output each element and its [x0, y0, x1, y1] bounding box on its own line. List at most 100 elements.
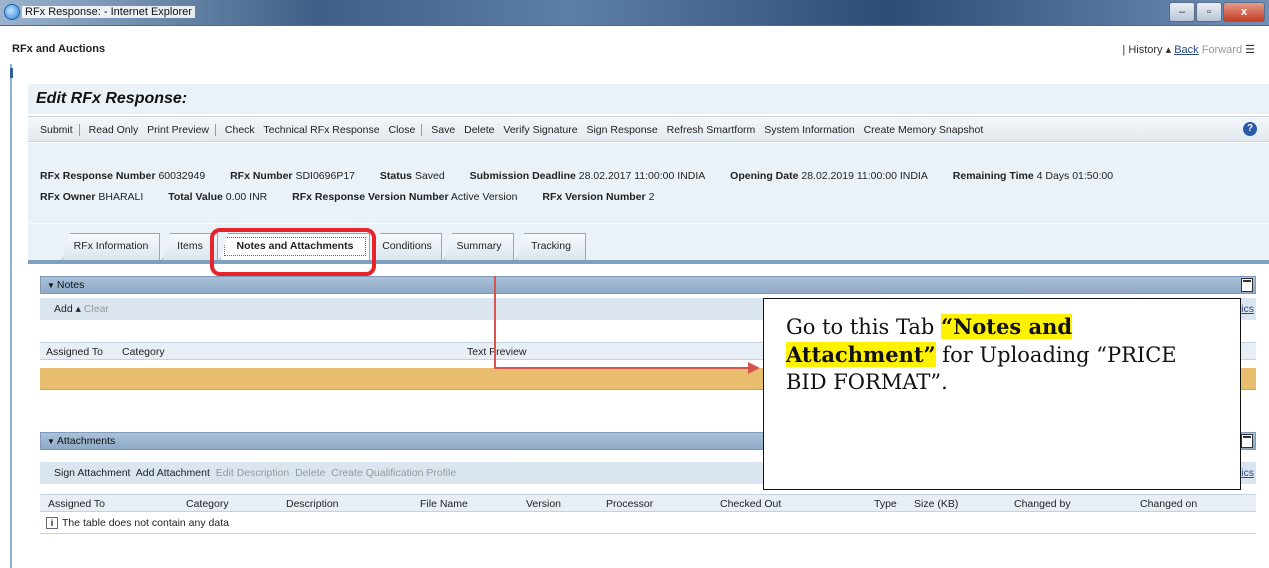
- minimize-panel-icon[interactable]: [1241, 434, 1253, 448]
- edit-description-button[interactable]: Edit Description: [216, 467, 290, 479]
- sign-attachment-button[interactable]: Sign Attachment: [54, 467, 130, 479]
- deadline-label: Submission Deadline: [469, 170, 576, 182]
- response-number-label: RFx Response Number: [40, 170, 156, 182]
- save-button[interactable]: Save: [431, 124, 455, 136]
- att-col-type[interactable]: Type: [874, 496, 897, 512]
- verify-signature-button[interactable]: Verify Signature: [503, 124, 577, 136]
- notes-col-text-preview[interactable]: Text Preview: [467, 344, 527, 360]
- create-qualification-profile-button[interactable]: Create Qualification Profile: [331, 467, 456, 479]
- internet-explorer-icon: [4, 4, 20, 20]
- attachments-settings-link[interactable]: ics: [1241, 462, 1254, 484]
- att-col-changed-by[interactable]: Changed by: [1014, 496, 1071, 512]
- sign-response-button[interactable]: Sign Response: [586, 124, 657, 136]
- att-col-version[interactable]: Version: [526, 496, 561, 512]
- att-col-changed-on[interactable]: Changed on: [1140, 496, 1197, 512]
- response-number-value: 60032949: [158, 170, 206, 182]
- minimize-button[interactable]: –: [1169, 2, 1195, 22]
- highlight-box: [210, 228, 376, 276]
- attachments-title: Attachments: [56, 435, 116, 447]
- tab-conditions[interactable]: Conditions: [372, 233, 442, 260]
- add-note-button[interactable]: Add: [54, 303, 73, 315]
- rfx-number-value: SDI0696P17: [295, 170, 355, 182]
- annotation-arrow-vertical: [494, 276, 496, 368]
- callout-highlight-2: Attachment”: [786, 342, 936, 367]
- page-heading-bar: Edit RFx Response:: [28, 84, 1269, 114]
- toolbar: Submit Read Only Print Preview Check Tec…: [28, 116, 1269, 142]
- att-col-checked-out[interactable]: Checked Out: [720, 496, 781, 512]
- rfx-number-label: RFx Number: [230, 170, 293, 182]
- menu-icon[interactable]: ☰: [1245, 44, 1255, 56]
- tab-rfx-information[interactable]: RFx Information: [62, 233, 160, 260]
- tab-summary[interactable]: Summary: [444, 233, 514, 260]
- help-icon[interactable]: ?: [1243, 122, 1257, 136]
- response-header-info: RFx Response Number 60032949 RFx Number …: [28, 143, 1269, 223]
- att-col-processor[interactable]: Processor: [606, 496, 653, 512]
- history-link[interactable]: | History: [1122, 44, 1162, 56]
- app-title: RFx and Auctions: [12, 43, 106, 55]
- collapse-triangle-icon[interactable]: ▼: [47, 281, 55, 290]
- read-only-button[interactable]: Read Only: [89, 124, 139, 136]
- maximize-button[interactable]: ▫: [1196, 2, 1222, 22]
- close-button[interactable]: Close: [388, 124, 415, 136]
- notes-settings-link[interactable]: ics: [1241, 298, 1254, 320]
- check-button[interactable]: Check: [225, 124, 255, 136]
- opening-date-value: 28.02.2019 11:00:00 INDIA: [801, 170, 928, 182]
- notes-col-assigned-to[interactable]: Assigned To: [46, 344, 103, 360]
- response-version-value: Active Version: [450, 191, 518, 203]
- status-value: Saved: [414, 170, 445, 182]
- add-dropdown-icon[interactable]: ▴: [76, 303, 81, 315]
- toolbar-separator: [78, 124, 80, 137]
- callout-highlight-1: “Notes and: [941, 314, 1073, 339]
- callout-prefix: Go to this Tab: [786, 315, 941, 339]
- nav-links: | History ▴ Back Forward ☰: [1122, 43, 1255, 56]
- splitter-handle[interactable]: [10, 68, 13, 78]
- close-window-button[interactable]: x: [1223, 2, 1265, 22]
- collapse-triangle-icon[interactable]: ▼: [47, 437, 55, 446]
- submit-button[interactable]: Submit: [40, 124, 73, 136]
- opening-date-label: Opening Date: [730, 170, 799, 182]
- page-title: Edit RFx Response:: [36, 90, 188, 107]
- remaining-time-label: Remaining Time: [952, 170, 1034, 182]
- print-preview-button[interactable]: Print Preview: [147, 124, 209, 136]
- forward-link[interactable]: Forward: [1202, 44, 1242, 56]
- create-memory-snapshot-button[interactable]: Create Memory Snapshot: [864, 124, 984, 136]
- refresh-smartform-button[interactable]: Refresh Smartform: [667, 124, 756, 136]
- annotation-arrowhead-icon: [748, 362, 760, 374]
- response-version-label: RFx Response Version Number: [292, 191, 449, 203]
- rfx-version-value: 2: [648, 191, 655, 203]
- notes-panel-header[interactable]: ▼ Notes: [40, 276, 1256, 294]
- attachments-column-header: Assigned To Category Description File Na…: [40, 494, 1256, 512]
- technical-rfx-response-button[interactable]: Technical RFx Response: [263, 124, 379, 136]
- notes-col-category[interactable]: Category: [122, 344, 165, 360]
- rfx-version-label: RFx Version Number: [542, 191, 646, 203]
- annotation-arrow-horizontal: [494, 367, 750, 369]
- minimize-panel-icon[interactable]: [1241, 278, 1253, 292]
- delete-attachment-button[interactable]: Delete: [295, 467, 325, 479]
- tab-tracking[interactable]: Tracking: [516, 233, 586, 260]
- instruction-callout: Go to this Tab “Notes and Attachment” fo…: [763, 298, 1241, 490]
- total-value-label: Total Value: [168, 191, 223, 203]
- app-header: RFx and Auctions | History ▴ Back Forwar…: [0, 26, 1269, 64]
- remaining-time-value: 4 Days 01:50:00: [1036, 170, 1114, 182]
- clear-note-button[interactable]: Clear: [84, 303, 109, 315]
- status-label: Status: [379, 170, 413, 182]
- total-value: 0.00 INR: [225, 191, 268, 203]
- back-link[interactable]: Back: [1174, 44, 1198, 56]
- info-icon: i: [46, 517, 58, 529]
- empty-table-message: The table does not contain any data: [62, 517, 229, 529]
- history-chevron-icon: ▴: [1162, 44, 1175, 56]
- delete-button[interactable]: Delete: [464, 124, 494, 136]
- att-col-assigned-to[interactable]: Assigned To: [48, 496, 105, 512]
- left-strip: [0, 64, 13, 568]
- att-col-size[interactable]: Size (KB): [914, 496, 958, 512]
- system-information-button[interactable]: System Information: [764, 124, 854, 136]
- owner-label: RFx Owner: [40, 191, 96, 203]
- window-titlebar: RFx Response: - Internet Explorer – ▫ x: [0, 0, 1269, 26]
- add-attachment-button[interactable]: Add Attachment: [136, 467, 210, 479]
- att-col-file-name[interactable]: File Name: [420, 496, 468, 512]
- notes-title: Notes: [56, 279, 85, 291]
- window-title: RFx Response: - Internet Explorer: [22, 6, 195, 18]
- att-col-description[interactable]: Description: [286, 496, 339, 512]
- att-col-category[interactable]: Category: [186, 496, 229, 512]
- toolbar-separator: [215, 124, 216, 137]
